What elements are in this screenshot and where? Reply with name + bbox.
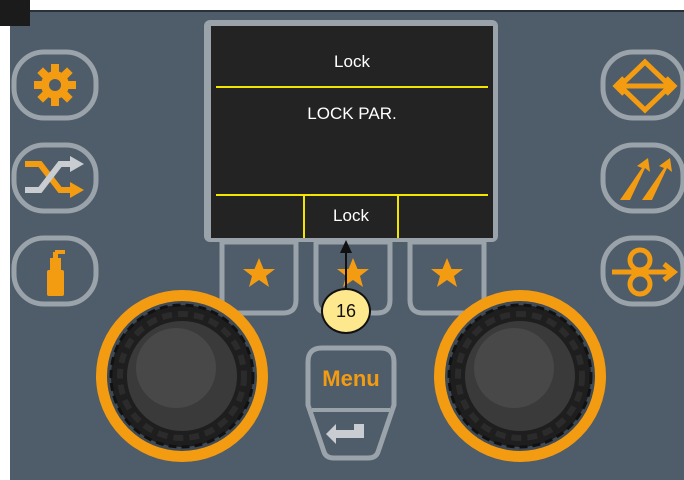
mode-switch-button[interactable]	[600, 142, 684, 214]
wire-threading-button[interactable]	[600, 235, 684, 307]
feed-direction-button[interactable]	[600, 49, 684, 121]
menu-button-label: Menu	[322, 366, 380, 391]
screen-message: LOCK PAR.	[307, 104, 397, 123]
gear-icon	[34, 64, 76, 106]
screen-title: Lock	[334, 52, 370, 71]
menu-button[interactable]	[305, 345, 397, 461]
softkey-center-label: Lock	[333, 206, 369, 225]
favorite-button-1[interactable]	[219, 239, 299, 316]
favorite-button-3[interactable]	[407, 239, 487, 316]
settings-button[interactable]	[11, 49, 99, 121]
right-encoder-knob[interactable]	[434, 290, 606, 462]
left-encoder-knob[interactable]	[96, 290, 268, 462]
process-switch-button[interactable]	[11, 142, 99, 214]
callout-badge: 16	[321, 288, 371, 334]
gas-test-button[interactable]	[11, 235, 99, 307]
